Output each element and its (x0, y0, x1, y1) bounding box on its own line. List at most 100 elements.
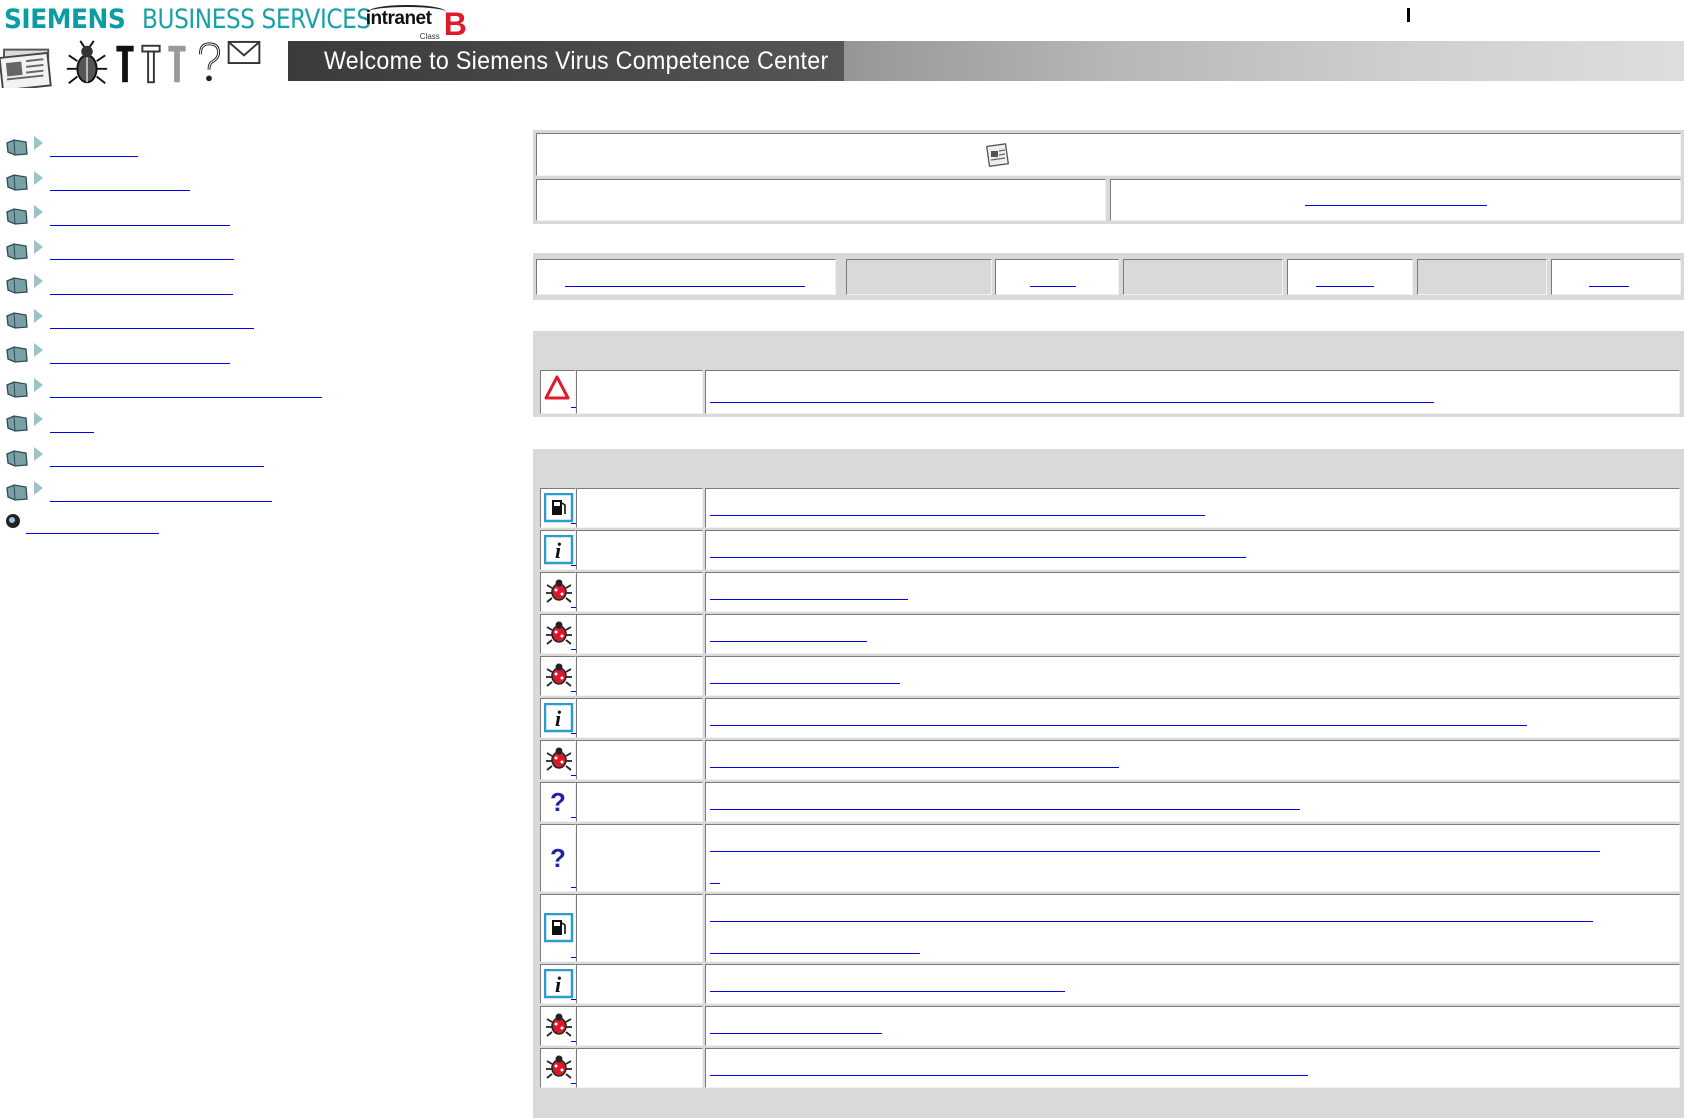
sidebar-item[interactable] (6, 199, 426, 234)
sidebar-link[interactable] (50, 176, 190, 192)
tab-link[interactable] (1316, 286, 1374, 287)
news-icon-cell[interactable] (540, 1006, 576, 1046)
sidebar-item-gate[interactable] (6, 510, 426, 540)
sidebar-item[interactable] (6, 372, 426, 407)
sidebar-link[interactable] (50, 314, 254, 330)
news-link[interactable] (710, 1075, 1308, 1076)
brand-business-services: BUSINESS SERVICES (141, 4, 371, 35)
newspaper-icon[interactable] (0, 40, 58, 88)
sidebar-item[interactable] (6, 441, 426, 476)
news-icon-cell[interactable]: ? (540, 782, 576, 822)
top-right-link[interactable] (1305, 205, 1487, 206)
tool-icon[interactable] (112, 40, 138, 88)
news-link[interactable] (710, 1033, 882, 1034)
banner-title: Welcome to Siemens Virus Competence Cent… (324, 47, 829, 75)
alert-section-header (533, 331, 1684, 367)
sidebar-link[interactable] (50, 383, 322, 399)
tab-cell[interactable] (1551, 259, 1681, 295)
news-date-cell (576, 698, 703, 738)
alert-link[interactable] (710, 402, 1434, 403)
svg-text:?: ? (550, 843, 566, 873)
tool-icon[interactable] (164, 40, 190, 88)
mail-icon[interactable] (226, 40, 262, 88)
news-link[interactable] (710, 515, 1205, 516)
news-link[interactable] (710, 599, 908, 600)
tab-cell[interactable] (536, 259, 836, 295)
tool-icon[interactable] (138, 40, 164, 88)
sidebar-link[interactable] (50, 452, 264, 468)
news-icon-cell[interactable] (540, 894, 576, 962)
alert-icon-cell[interactable] (540, 370, 576, 414)
tab-cell-inactive (1123, 259, 1283, 295)
news-link[interactable] (710, 991, 1065, 992)
help-icon[interactable] (192, 40, 226, 88)
news-icon-cell[interactable]: i (540, 698, 576, 738)
arrow-right-icon (34, 446, 43, 461)
category-tab-row (533, 253, 1684, 300)
sidebar-item[interactable] (6, 337, 426, 372)
news-link[interactable] (710, 557, 1246, 558)
news-section-header (533, 449, 1684, 485)
tab-cell[interactable] (995, 259, 1119, 295)
sidebar-link[interactable] (50, 349, 230, 364)
sidebar-nav (6, 130, 426, 540)
sidebar-item[interactable] (6, 130, 426, 165)
folder-icon (6, 243, 28, 260)
news-icon-cell[interactable]: i (540, 964, 576, 1004)
sidebar-link[interactable] (50, 487, 272, 502)
tab-cell[interactable] (1287, 259, 1413, 295)
news-icon-cell[interactable] (540, 1048, 576, 1088)
folder-icon (6, 174, 28, 191)
newspaper-icon[interactable] (986, 142, 1010, 168)
sidebar-item[interactable] (6, 475, 426, 510)
tab-link[interactable] (565, 286, 805, 287)
news-icon-cell[interactable]: ? (540, 824, 576, 892)
virus-bug-icon (546, 663, 572, 687)
arrow-right-icon (34, 205, 43, 220)
arrow-right-icon (34, 481, 43, 496)
news-icon-cell[interactable]: i (540, 530, 576, 570)
news-icon-cell[interactable] (540, 488, 576, 528)
news-icon-cell[interactable] (540, 572, 576, 612)
news-link[interactable] (710, 641, 867, 642)
sidebar-link[interactable] (26, 519, 159, 534)
folder-icon (6, 484, 28, 501)
news-link[interactable] (710, 683, 900, 684)
sidebar-item[interactable] (6, 234, 426, 269)
arrow-right-icon (34, 170, 43, 185)
folder-icon (6, 346, 28, 363)
sidebar-item[interactable] (6, 303, 426, 338)
news-link[interactable] (710, 921, 1593, 922)
sidebar-link[interactable] (50, 418, 94, 433)
alert-text-cell (705, 370, 1680, 414)
news-link[interactable] (710, 851, 1600, 852)
sidebar-item[interactable] (6, 406, 426, 441)
news-text-cell (705, 488, 1680, 528)
news-icon-cell[interactable] (540, 614, 576, 654)
sidebar-link[interactable] (50, 280, 233, 295)
news-date-cell (576, 488, 703, 528)
tab-link[interactable] (1030, 286, 1076, 287)
news-icon-cell[interactable] (540, 740, 576, 780)
news-date-cell (576, 572, 703, 612)
sidebar-item[interactable] (6, 165, 426, 200)
news-text-cell (705, 1048, 1680, 1088)
news-link[interactable] (710, 953, 920, 954)
news-date-cell (576, 964, 703, 1004)
welcome-banner: Welcome to Siemens Virus Competence Cent… (288, 41, 1684, 81)
news-date-cell (576, 782, 703, 822)
news-link[interactable] (710, 809, 1300, 810)
sidebar-item[interactable] (6, 268, 426, 303)
sidebar-link[interactable] (50, 142, 138, 157)
news-text-cell (705, 614, 1680, 654)
news-link[interactable] (710, 883, 720, 884)
svg-text:i: i (555, 706, 562, 731)
news-link[interactable] (710, 725, 1527, 726)
sidebar-link[interactable] (50, 245, 234, 261)
sidebar-link[interactable] (50, 211, 230, 226)
bug-icon[interactable] (62, 40, 112, 88)
tab-link[interactable] (1589, 286, 1629, 287)
news-icon-cell[interactable] (540, 656, 576, 696)
news-link[interactable] (710, 767, 1119, 768)
news-text-cell (705, 894, 1680, 962)
